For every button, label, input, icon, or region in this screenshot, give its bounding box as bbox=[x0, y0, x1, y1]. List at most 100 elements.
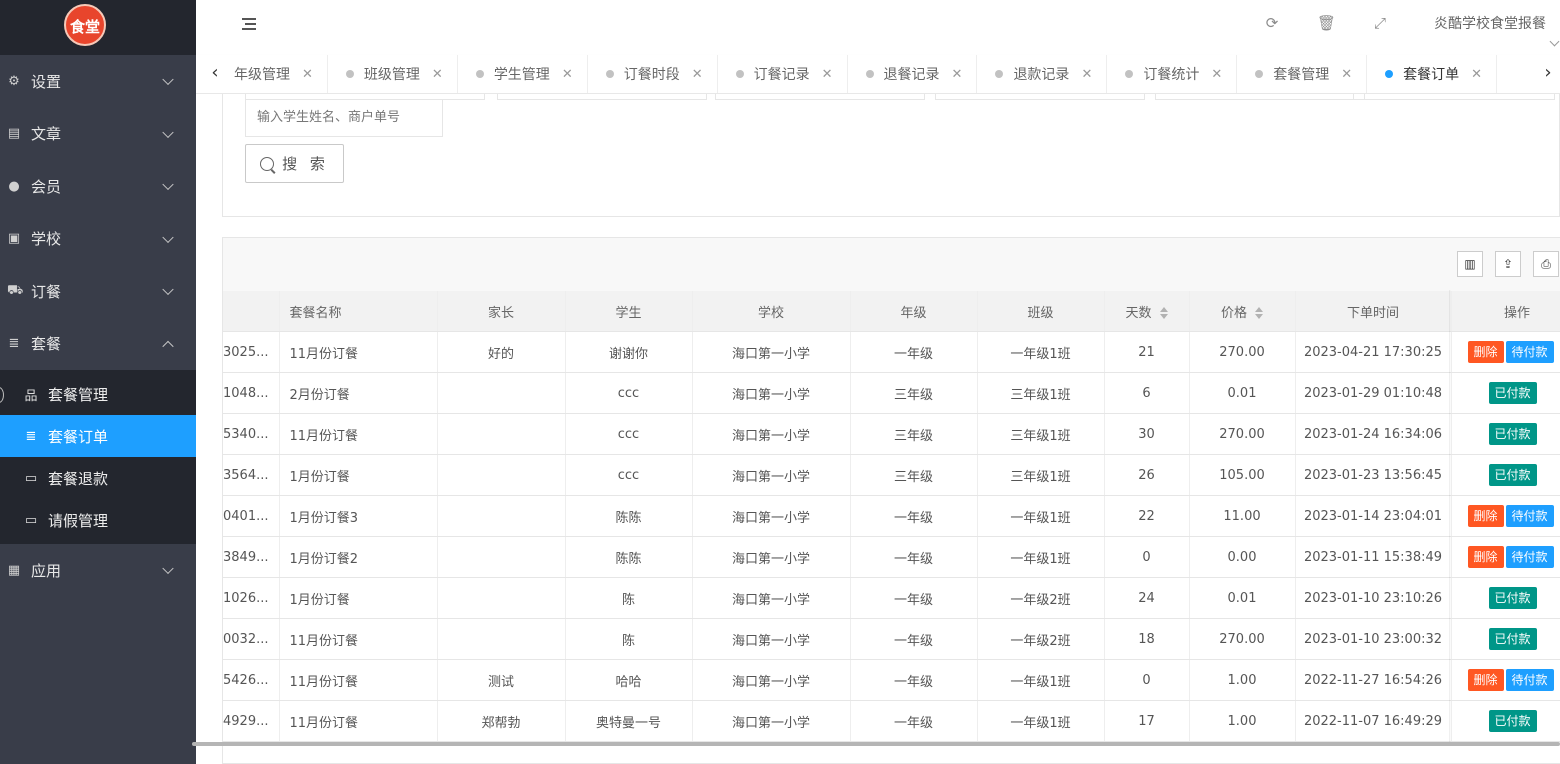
column-header[interactable]: 价格 bbox=[1189, 291, 1296, 332]
sidebar-item-user[interactable]: ● 会员 bbox=[0, 160, 196, 213]
export-icon[interactable]: ⇪ bbox=[1495, 251, 1521, 277]
paid-badge[interactable]: 已付款 bbox=[1488, 382, 1537, 404]
delete-button[interactable]: 删除 bbox=[1467, 546, 1504, 568]
submenu-item[interactable]: 品套餐管理 bbox=[0, 373, 196, 415]
sort-icon[interactable] bbox=[1255, 307, 1263, 319]
sidebar-item-label: 会员 bbox=[31, 177, 62, 196]
tab-item[interactable]: 套餐订单 ✕ bbox=[1367, 55, 1498, 93]
paid-badge[interactable]: 已付款 bbox=[1488, 710, 1537, 732]
sort-icon[interactable] bbox=[1159, 307, 1168, 319]
fullscreen-icon[interactable]: ⤢ bbox=[1371, 14, 1389, 32]
paid-badge[interactable]: 已付款 bbox=[1488, 587, 1537, 609]
close-icon[interactable]: ✕ bbox=[822, 67, 833, 82]
database-icon: ≣ bbox=[8, 336, 20, 352]
trash-icon[interactable]: 🗑 bbox=[1317, 14, 1336, 32]
close-icon[interactable]: ✕ bbox=[1081, 67, 1092, 82]
tab-item[interactable]: 退款记录 ✕ bbox=[977, 55, 1108, 93]
delete-button[interactable]: 删除 bbox=[1467, 341, 1504, 363]
close-icon[interactable]: ✕ bbox=[432, 67, 443, 82]
submenu-item[interactable]: ≣ 套餐订单 bbox=[0, 415, 196, 457]
tab-scroll-left-icon[interactable]: ‹ bbox=[196, 55, 234, 93]
column-header[interactable]: 天数 bbox=[1104, 291, 1190, 332]
column-header bbox=[223, 291, 280, 332]
sidebar-item-cart[interactable]: ⛟ 订餐 bbox=[0, 265, 196, 318]
tab-item[interactable]: 订餐记录 ✕ bbox=[718, 55, 848, 93]
table-row: 73025...11月份订餐好的谢谢你海口第一小学一年级一年级1班21270.0… bbox=[223, 331, 1560, 373]
sidebar-item-gears[interactable]: ⚙ 设置 bbox=[0, 55, 196, 108]
tab-item[interactable]: 退餐记录 ✕ bbox=[848, 55, 978, 93]
sidebar-item-id-card[interactable]: ▣ 学校 bbox=[0, 213, 196, 266]
table-cell-school: 海口第一小学 bbox=[692, 413, 851, 455]
search-button-label: 搜 索 bbox=[282, 155, 329, 173]
table-cell-days: 30 bbox=[1104, 413, 1190, 455]
refresh-icon[interactable]: ⟳ bbox=[1263, 14, 1281, 32]
search-button[interactable]: 搜 索 bbox=[245, 144, 344, 183]
table-cell-price: 270.00 bbox=[1189, 618, 1296, 660]
table-cell-days: 0 bbox=[1104, 536, 1190, 578]
tab-label: 退款记录 bbox=[1013, 67, 1070, 83]
pending-payment-button[interactable]: 待付款 bbox=[1505, 546, 1554, 568]
sidebar-item-grid[interactable]: ▦ 应用 bbox=[0, 544, 196, 597]
print-icon[interactable]: ⎙ bbox=[1533, 251, 1559, 277]
close-icon[interactable]: ✕ bbox=[1341, 67, 1352, 82]
pending-payment-button[interactable]: 待付款 bbox=[1505, 341, 1554, 363]
table-cell-grade: 三年级 bbox=[850, 413, 978, 455]
menu-toggle-icon[interactable] bbox=[242, 17, 256, 31]
tab-label: 订餐统计 bbox=[1143, 67, 1200, 83]
close-icon[interactable]: ✕ bbox=[1471, 67, 1482, 82]
sidebar-item-label: 设置 bbox=[31, 72, 62, 91]
paid-badge[interactable]: 已付款 bbox=[1488, 628, 1537, 650]
tab-item[interactable]: 年级管理 ✕ bbox=[234, 55, 328, 93]
pending-payment-button[interactable]: 待付款 bbox=[1505, 505, 1554, 527]
paid-badge[interactable]: 已付款 bbox=[1488, 464, 1537, 486]
table-cell-time: 2022-11-27 16:54:26 bbox=[1295, 659, 1452, 701]
sidebar-item-label: 应用 bbox=[31, 561, 62, 580]
submenu-item[interactable]: ▭ 请假管理 bbox=[0, 499, 196, 541]
tab-scroll-right-icon[interactable]: › bbox=[1536, 55, 1560, 93]
submenu-marker bbox=[0, 387, 4, 403]
tab-dot-icon bbox=[605, 70, 614, 78]
pending-payment-button[interactable]: 待付款 bbox=[1505, 669, 1554, 691]
tab-dot-icon bbox=[995, 70, 1004, 78]
sidebar-item-database[interactable]: ≣ 套餐 bbox=[0, 318, 196, 371]
orders-table-panel: ▥ ⇪ ⎙ 套餐名称家长学生学校年级班级天数价格下单时间操作 73025...1… bbox=[222, 237, 1560, 764]
horizontal-scrollbar[interactable] bbox=[192, 742, 1560, 746]
table-cell-actions: 删除 待付款 bbox=[1451, 536, 1560, 578]
table-cell-price: 0.01 bbox=[1189, 372, 1296, 414]
search-input[interactable]: 输入学生姓名、商户单号 bbox=[245, 99, 443, 137]
tab-item[interactable]: 班级管理 ✕ bbox=[328, 55, 458, 93]
table-cell-grade: 一年级 bbox=[850, 331, 978, 373]
tab-item[interactable]: 订餐统计 ✕ bbox=[1107, 55, 1238, 93]
close-icon[interactable]: ✕ bbox=[562, 67, 573, 82]
tab-item[interactable]: 套餐管理 ✕ bbox=[1237, 55, 1368, 93]
tab-item[interactable]: 学生管理 ✕ bbox=[458, 55, 588, 93]
table-cell-school: 海口第一小学 bbox=[692, 536, 851, 578]
sidebar-item-newspaper[interactable]: ▤ 文章 bbox=[0, 108, 196, 161]
tab-item[interactable]: 订餐时段 ✕ bbox=[588, 55, 718, 93]
column-header: 操作 bbox=[1451, 291, 1560, 332]
close-icon[interactable]: ✕ bbox=[1211, 67, 1222, 82]
table-row: 30401...1月份订餐3 陈陈海口第一小学一年级一年级1班2211.00202… bbox=[223, 495, 1560, 537]
table-cell-price: 0.00 bbox=[1189, 536, 1296, 578]
table-cell-parent: 好的 bbox=[437, 331, 566, 373]
table-cell-order-no: 54929... bbox=[223, 700, 280, 742]
close-icon[interactable]: ✕ bbox=[952, 67, 963, 82]
column-header-label: 套餐名称 bbox=[289, 305, 342, 321]
table-cell-price: 270.00 bbox=[1189, 331, 1296, 373]
table-cell-parent bbox=[437, 413, 566, 455]
table-cell-school: 海口第一小学 bbox=[692, 372, 851, 414]
table-cell-price: 270.00 bbox=[1189, 413, 1296, 455]
paid-badge[interactable]: 已付款 bbox=[1488, 423, 1537, 445]
table-cell-days: 18 bbox=[1104, 618, 1190, 660]
table-cell-actions: 已付款 bbox=[1451, 372, 1560, 414]
logo[interactable]: 食堂 bbox=[64, 4, 106, 46]
delete-button[interactable]: 删除 bbox=[1467, 505, 1504, 527]
submenu-item[interactable]: ▭ 套餐退款 bbox=[0, 457, 196, 499]
main-content: 输入学生姓名、商户单号 搜 索 ▥ ⇪ ⎙ 套餐名称 家长 学生 学校 年级 班级 天数 价格… bbox=[196, 94, 1560, 764]
close-icon[interactable]: ✕ bbox=[302, 67, 313, 82]
columns-icon[interactable]: ▥ bbox=[1457, 251, 1483, 277]
tab-label: 班级管理 bbox=[363, 67, 420, 83]
delete-button[interactable]: 删除 bbox=[1467, 669, 1504, 691]
site-name-menu[interactable]: 炎酷学校食堂报餐 bbox=[1434, 13, 1546, 33]
close-icon[interactable]: ✕ bbox=[692, 67, 703, 82]
